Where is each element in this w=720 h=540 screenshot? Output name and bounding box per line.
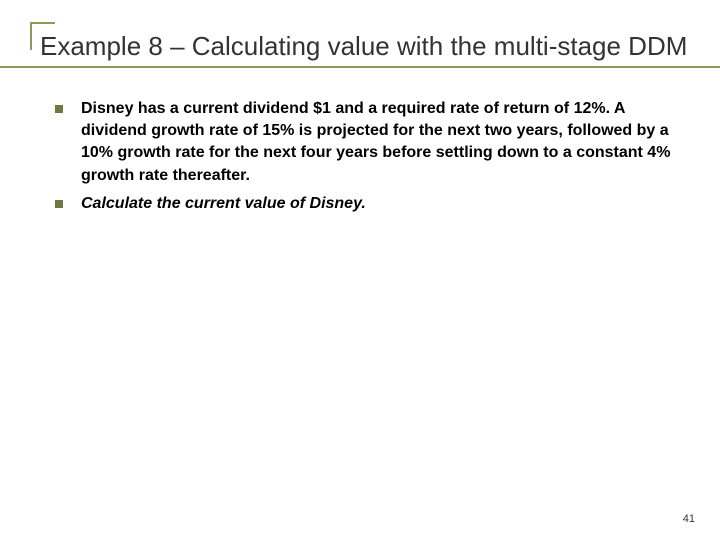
slide-container: Example 8 – Calculating value with the m… xyxy=(0,0,720,540)
bullet-icon xyxy=(55,200,63,208)
bullet-item: Disney has a current dividend $1 and a r… xyxy=(55,98,690,188)
slide-title: Example 8 – Calculating value with the m… xyxy=(30,30,690,63)
bullet-icon xyxy=(55,105,63,113)
bullet-text: Disney has a current dividend $1 and a r… xyxy=(81,98,690,188)
title-area: Example 8 – Calculating value with the m… xyxy=(30,30,690,63)
title-border-left xyxy=(30,22,32,50)
title-border-top xyxy=(30,22,55,24)
content-area: Disney has a current dividend $1 and a r… xyxy=(30,98,690,216)
bullet-text: Calculate the current value of Disney. xyxy=(81,193,366,215)
title-underline xyxy=(0,66,720,68)
page-number: 41 xyxy=(683,513,695,525)
bullet-item: Calculate the current value of Disney. xyxy=(55,193,690,215)
